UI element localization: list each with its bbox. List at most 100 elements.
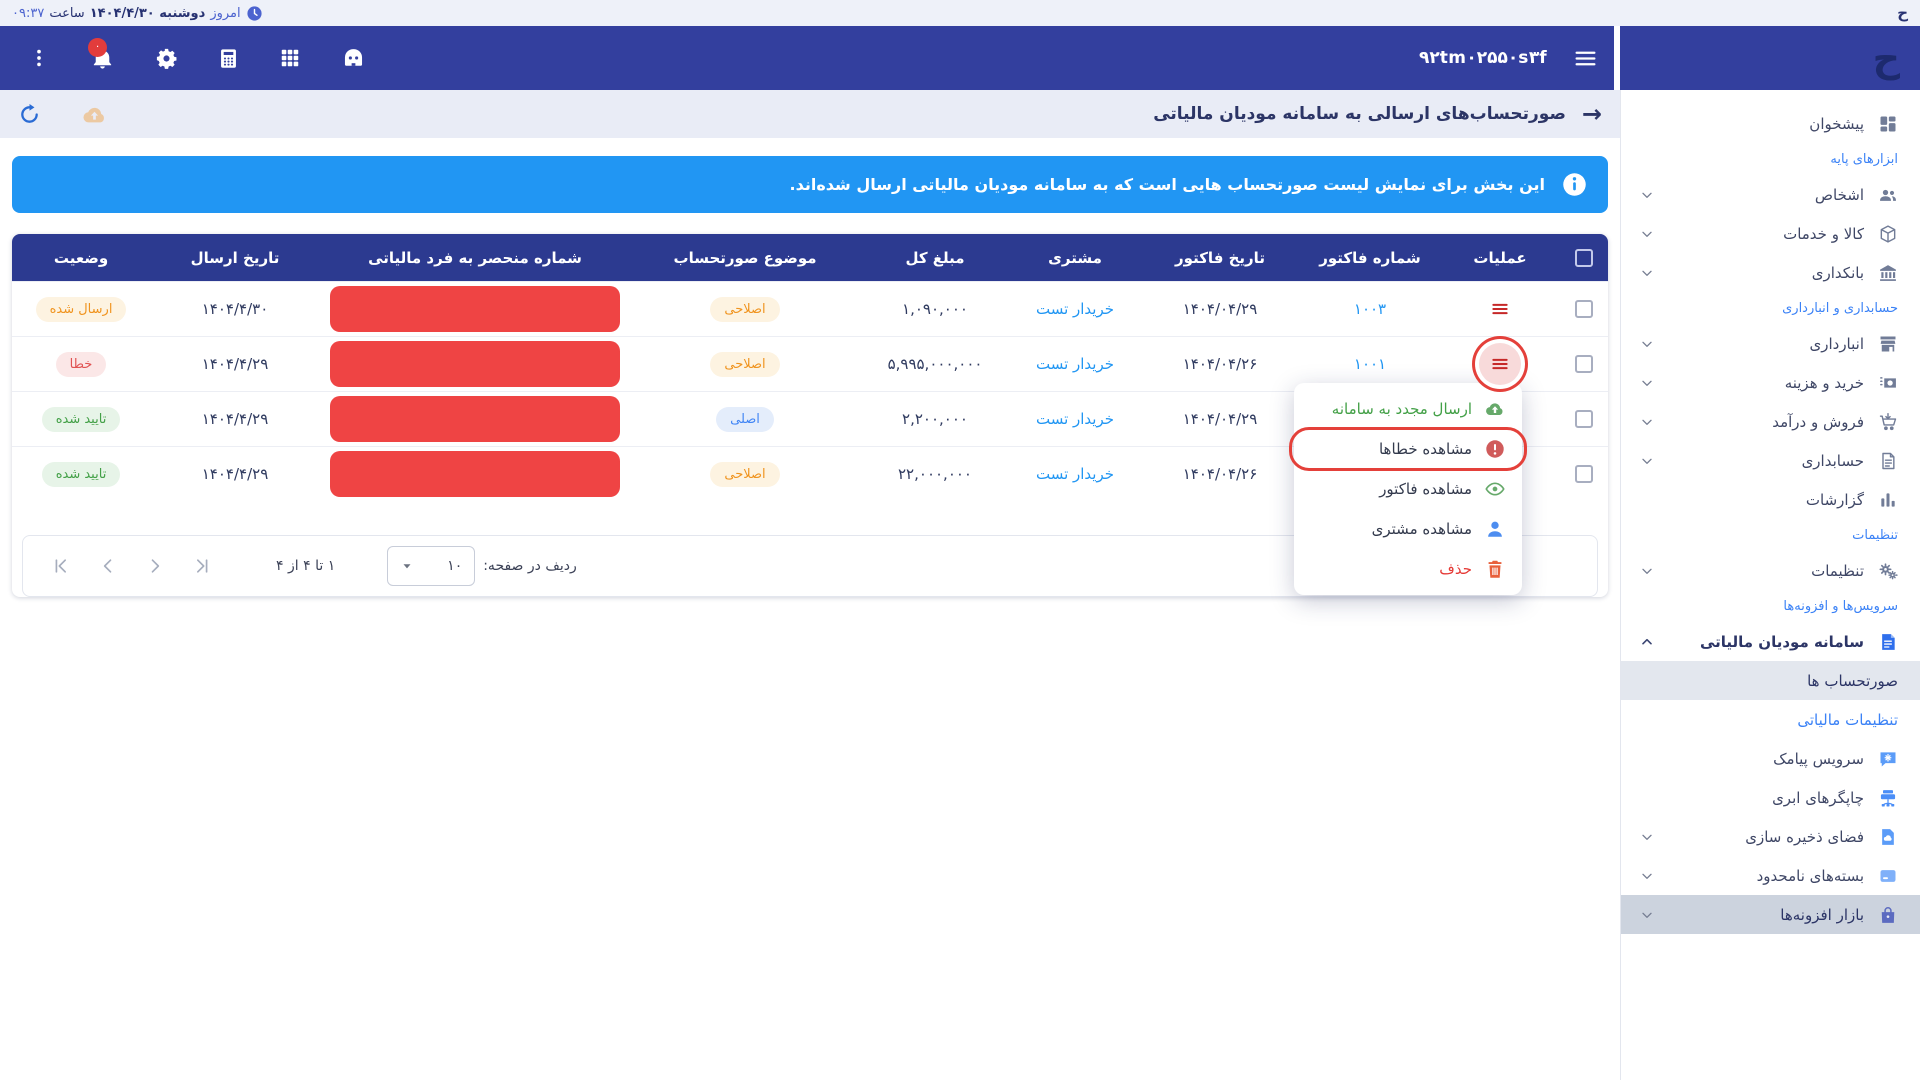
- cell-checkbox: [1560, 337, 1608, 391]
- menu-item-delete[interactable]: حذف: [1294, 549, 1522, 589]
- cell-customer: خریدار تست: [1010, 447, 1140, 501]
- refresh-icon[interactable]: [18, 103, 41, 126]
- sidebar-section-settings-section: تنظیمات: [1621, 519, 1920, 551]
- sms-icon: [1878, 749, 1898, 769]
- back-arrow-icon[interactable]: →: [1582, 102, 1602, 126]
- row-checkbox[interactable]: [1575, 410, 1593, 428]
- menu-item-resend-to-system[interactable]: ارسال مجدد به سامانه: [1294, 389, 1522, 429]
- sidebar-item-label: سرویس پیامک: [1773, 750, 1864, 768]
- row-checkbox[interactable]: [1575, 465, 1593, 483]
- cell-subject: اصلاحی: [630, 447, 860, 501]
- row-checkbox[interactable]: [1575, 300, 1593, 318]
- cell-status: تایید شده: [12, 392, 150, 446]
- sidebar-item-label: پیشخوان: [1809, 115, 1864, 133]
- workspace-id: ۹۲tm۰۲۵۵۰s۳f: [1419, 48, 1547, 68]
- table-header-row: عملیاتشماره فاکتورتاریخ فاکتورمشتریمبلغ …: [12, 234, 1608, 281]
- column-header-label: مشتری: [1048, 249, 1102, 267]
- invoice-number-link[interactable]: ۱۰۰۳: [1354, 300, 1386, 318]
- sidebar-item-cloud-printers[interactable]: چاپگرهای ابری: [1621, 778, 1920, 817]
- column-header-status: وضعیت: [12, 234, 150, 281]
- sidebar-item-plugins-market[interactable]: بازار افزونه‌ها: [1621, 895, 1920, 934]
- column-header-label: شماره منحصر به فرد مالیاتی: [368, 249, 582, 267]
- sidebar-item-unlimited-packages[interactable]: بسته‌های نامحدود: [1621, 856, 1920, 895]
- masked-tax-id-block: [330, 286, 620, 332]
- settings-gear-icon[interactable]: [155, 47, 178, 70]
- sidebar-item-tax-invoices[interactable]: صورتحساب ها: [1621, 661, 1920, 700]
- sidebar-item-dashboard[interactable]: پیشخوان: [1621, 104, 1920, 143]
- sidebar-item-accounting[interactable]: حسابداری: [1621, 441, 1920, 480]
- pagination-first-button[interactable]: [192, 556, 212, 576]
- customer-link[interactable]: خریدار تست: [1036, 300, 1114, 318]
- hamburger-menu-icon[interactable]: [1573, 46, 1598, 71]
- cell-sent_date: ۱۴۰۴/۴/۳۰: [150, 282, 320, 336]
- header-divider: [1614, 26, 1620, 90]
- select-all-checkbox[interactable]: [1575, 249, 1593, 267]
- pagination-last-button[interactable]: [51, 556, 71, 576]
- sidebar-item-sales-income[interactable]: فروش و درآمد: [1621, 402, 1920, 441]
- sidebar-item-purchases-expenses[interactable]: خرید و هزینه: [1621, 363, 1920, 402]
- sent-date: ۱۴۰۴/۴/۲۹: [202, 355, 269, 373]
- assistant-robot-icon[interactable]: [341, 46, 366, 71]
- cloud-upload-icon[interactable]: [81, 101, 108, 128]
- cell-tax_id: [320, 392, 630, 446]
- sidebar-item-people[interactable]: اشخاص: [1621, 175, 1920, 214]
- sidebar-item-sms-service[interactable]: سرویس پیامک: [1621, 739, 1920, 778]
- body-row: پیشخوانابزارهای پایهاشخاصکالا و خدماتبان…: [0, 90, 1920, 1080]
- table-row: ۱۰۰۳۱۴۰۴/۰۴/۲۹خریدار تست۱,۰۹۰,۰۰۰اصلاحی۱…: [12, 281, 1608, 336]
- sidebar-item-label: بانکداری: [1812, 264, 1864, 282]
- cell-invoice_number: ۱۰۰۳: [1300, 282, 1440, 336]
- pagination-next-button[interactable]: [98, 556, 118, 576]
- customer-link[interactable]: خریدار تست: [1036, 410, 1114, 428]
- notifications-bell-icon[interactable]: ۰: [90, 46, 115, 71]
- brand-logo-small: ح: [1897, 6, 1908, 21]
- sidebar-item-label: تنظیمات: [1811, 562, 1864, 580]
- cell-sent_date: ۱۴۰۴/۴/۲۹: [150, 337, 320, 391]
- sidebar-item-banking[interactable]: بانکداری: [1621, 253, 1920, 292]
- invoice-date: ۱۴۰۴/۰۴/۲۶: [1183, 465, 1258, 483]
- rows-per-page-select[interactable]: ۱۰: [387, 546, 475, 586]
- sidebar-item-warehousing[interactable]: انبارداری: [1621, 324, 1920, 363]
- invoice-number-link[interactable]: ۱۰۰۱: [1354, 355, 1386, 373]
- cell-checkbox: [1560, 282, 1608, 336]
- caret-down-icon: [400, 559, 414, 573]
- menu-item-view-invoice[interactable]: مشاهده فاکتور: [1294, 469, 1522, 509]
- page-title: صورتحساب‌های ارسالی به سامانه مودیان مال…: [1153, 104, 1566, 124]
- chevron-down-icon: [1639, 868, 1655, 884]
- kebab-menu-icon[interactable]: [28, 47, 50, 69]
- dashboard-icon: [1878, 114, 1898, 134]
- info-banner-text: این بخش برای نمایش لیست صورتحساب هایی اس…: [790, 175, 1545, 194]
- subject-badge: اصلاحی: [710, 462, 779, 487]
- sidebar-section-label: سرویس‌ها و افزونه‌ها: [1783, 599, 1898, 614]
- menu-item-view-customer[interactable]: مشاهده مشتری: [1294, 509, 1522, 549]
- status-badge: تایید شده: [42, 462, 121, 487]
- sidebar-item-tax-settings[interactable]: تنظیمات مالیاتی: [1621, 700, 1920, 739]
- navbar-icons: ۰: [16, 46, 366, 71]
- pagination-prev-button[interactable]: [145, 556, 165, 576]
- column-header-sent_date: تاریخ ارسال: [150, 234, 320, 281]
- row-actions-button[interactable]: [1479, 288, 1521, 330]
- cell-sent_date: ۱۴۰۴/۴/۲۹: [150, 392, 320, 446]
- total-amount: ۲,۲۰۰,۰۰۰: [902, 410, 968, 428]
- navbar: ۹۲tm۰۲۵۵۰s۳f ۰: [0, 26, 1614, 90]
- error-red-icon: [1484, 438, 1506, 460]
- total-amount: ۵,۹۹۵,۰۰۰,۰۰۰: [888, 355, 983, 373]
- sidebar-item-goods-services[interactable]: کالا و خدمات: [1621, 214, 1920, 253]
- header-row: ح ۹۲tm۰۲۵۵۰s۳f ۰: [0, 26, 1920, 90]
- sidebar-item-reports[interactable]: گزارشات: [1621, 480, 1920, 519]
- row-checkbox[interactable]: [1575, 355, 1593, 373]
- sidebar-item-storage-space[interactable]: فضای ذخیره سازی: [1621, 817, 1920, 856]
- sidebar-item-tax-system[interactable]: سامانه مودیان مالیاتی: [1621, 622, 1920, 661]
- sidebar-item-settings[interactable]: تنظیمات: [1621, 551, 1920, 590]
- sidebar-item-label: انبارداری: [1809, 335, 1864, 353]
- cart-icon: [1878, 412, 1898, 432]
- pagination-controls: [51, 556, 212, 576]
- menu-item-label: حذف: [1439, 560, 1472, 578]
- calculator-icon[interactable]: [218, 47, 239, 70]
- customer-link[interactable]: خریدار تست: [1036, 465, 1114, 483]
- apps-grid-icon[interactable]: [279, 47, 301, 69]
- customer-link[interactable]: خریدار تست: [1036, 355, 1114, 373]
- current-date: دوشنبه ۱۴۰۴/۴/۳۰: [90, 6, 206, 21]
- bank-icon: [1878, 263, 1898, 283]
- row-actions-button-highlighted[interactable]: [1479, 343, 1521, 385]
- menu-item-view-errors[interactable]: مشاهده خطاها: [1294, 429, 1522, 469]
